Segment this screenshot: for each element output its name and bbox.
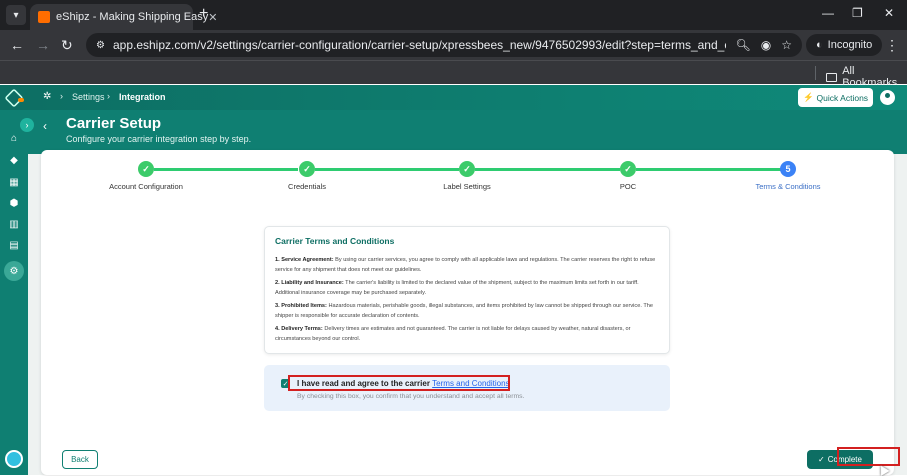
term-heading: 3. Prohibited Items: (275, 303, 327, 309)
chevron-right-icon: › (107, 91, 110, 101)
breadcrumb-settings[interactable]: Settings (72, 92, 105, 102)
star-icon[interactable]: ☆ (781, 38, 792, 52)
step-connector (154, 168, 298, 171)
incognito-indicator[interactable]: ◐ Incognito (806, 34, 883, 56)
term-item: 2. Liability and Insurance: The carrier'… (275, 278, 659, 298)
term-heading: 4. Delivery Terms: (275, 326, 323, 332)
page-subtitle: Configure your carrier integration step … (66, 134, 252, 144)
shield-icon[interactable]: ⬢ (8, 197, 20, 209)
back-arrow-icon[interactable]: ← (10, 37, 24, 53)
lightning-icon: ⚡ (802, 92, 814, 102)
agree-hint: By checking this box, you confirm that y… (297, 393, 525, 400)
window-close-icon[interactable]: ✕ (884, 6, 894, 20)
step-4-check-icon[interactable]: ✓ (620, 161, 636, 177)
term-heading: 2. Liability and Insurance: (275, 280, 344, 286)
incognito-label: Incognito (827, 39, 873, 51)
step-connector (315, 168, 459, 171)
back-button[interactable]: Back (62, 450, 98, 469)
page-back-icon[interactable]: ‹ (43, 119, 47, 133)
step-connector (636, 168, 781, 171)
eye-off-icon[interactable]: ◉ (761, 38, 771, 52)
page-title: Carrier Setup (66, 115, 162, 132)
forward-arrow-icon[interactable]: → (36, 37, 50, 53)
app-header: ✲ › Settings › Integration ⚡ Quick Actio… (0, 85, 907, 110)
avatar[interactable] (880, 90, 895, 105)
address-bar[interactable]: ⚙ app.eshipz.com/v2/settings/carrier-con… (86, 33, 802, 57)
terms-title: Carrier Terms and Conditions (275, 236, 395, 246)
favicon-icon (38, 11, 50, 23)
step-label-account-configuration[interactable]: Account Configuration (109, 182, 183, 191)
term-heading: 1. Service Agreement: (275, 257, 334, 263)
new-tab-button[interactable]: + (199, 5, 208, 23)
step-label-label-settings[interactable]: Label Settings (443, 182, 491, 191)
highlight-box (288, 375, 510, 391)
shipments-icon[interactable]: ◆ (8, 154, 20, 166)
check-icon: ✓ (818, 455, 825, 464)
step-label-poc[interactable]: POC (620, 182, 636, 191)
highlight-box (837, 447, 900, 466)
logo-accent (18, 98, 24, 102)
term-text: Hazardous materials, perishable goods, i… (275, 303, 653, 319)
bookmarks-divider (815, 66, 816, 80)
sidebar: ⌂ ◆ ▦ ⬢ ▥ ▤ ⚙ (0, 110, 28, 475)
term-item: 4. Delivery Terms: Delivery times are es… (275, 324, 659, 344)
document-icon[interactable]: ▤ (8, 239, 20, 251)
zoom-icon[interactable]: 🔍︎ (736, 38, 751, 52)
help-chat-icon[interactable] (5, 450, 23, 468)
step-label-terms-conditions[interactable]: Terms & Conditions (755, 182, 820, 191)
term-text: Delivery times are estimates and not gua… (275, 326, 631, 342)
quick-actions-button[interactable]: ⚡ Quick Actions (798, 88, 873, 107)
browser-toolbar: ← → ↻ ⚙ app.eshipz.com/v2/settings/carri… (0, 30, 907, 60)
restore-icon[interactable]: ❐ (852, 6, 863, 20)
quick-actions-label: Quick Actions (816, 92, 869, 103)
step-3-check-icon[interactable]: ✓ (459, 161, 475, 177)
tab-search-icon[interactable]: ▾ (6, 5, 26, 25)
home-icon[interactable]: ⌂ (8, 132, 20, 144)
term-item: 1. Service Agreement: By using our carri… (275, 255, 659, 275)
browser-menu-icon[interactable]: ⋮ (885, 37, 899, 54)
close-icon[interactable]: ✕ (208, 11, 217, 24)
browser-tabstrip: ▾ eShipz - Making Shipping Easy ✕ + — ❐ … (0, 0, 907, 30)
breadcrumb-integration: Integration (119, 92, 166, 102)
settings-icon[interactable]: ⚙ (4, 261, 24, 281)
folder-icon (826, 72, 838, 82)
reload-icon[interactable]: ↻ (61, 37, 73, 54)
chevron-right-icon: › (60, 91, 63, 101)
step-5-indicator[interactable]: 5 (780, 161, 796, 177)
site-info-icon[interactable]: ⚙ (96, 40, 105, 51)
analytics-icon[interactable]: ▥ (8, 218, 20, 230)
sidebar-expand-icon[interactable]: › (20, 118, 34, 132)
minimize-icon[interactable]: — (822, 6, 834, 20)
terms-panel: Carrier Terms and Conditions 1. Service … (264, 226, 670, 354)
calendar-icon[interactable]: ▦ (8, 176, 20, 188)
incognito-icon: ◐ (816, 39, 823, 51)
settings-gear-icon[interactable]: ✲ (43, 91, 51, 102)
step-1-check-icon[interactable]: ✓ (138, 161, 154, 177)
url-text[interactable]: app.eshipz.com/v2/settings/carrier-confi… (113, 38, 726, 52)
bookmarks-bar: All Bookmarks (0, 60, 907, 89)
tab-title: eShipz - Making Shipping Easy (56, 11, 209, 23)
step-connector (475, 168, 620, 171)
step-2-check-icon[interactable]: ✓ (299, 161, 315, 177)
step-label-credentials[interactable]: Credentials (288, 182, 326, 191)
browser-tab[interactable]: eShipz - Making Shipping Easy ✕ (30, 4, 217, 30)
term-item: 3. Prohibited Items: Hazardous materials… (275, 301, 659, 321)
